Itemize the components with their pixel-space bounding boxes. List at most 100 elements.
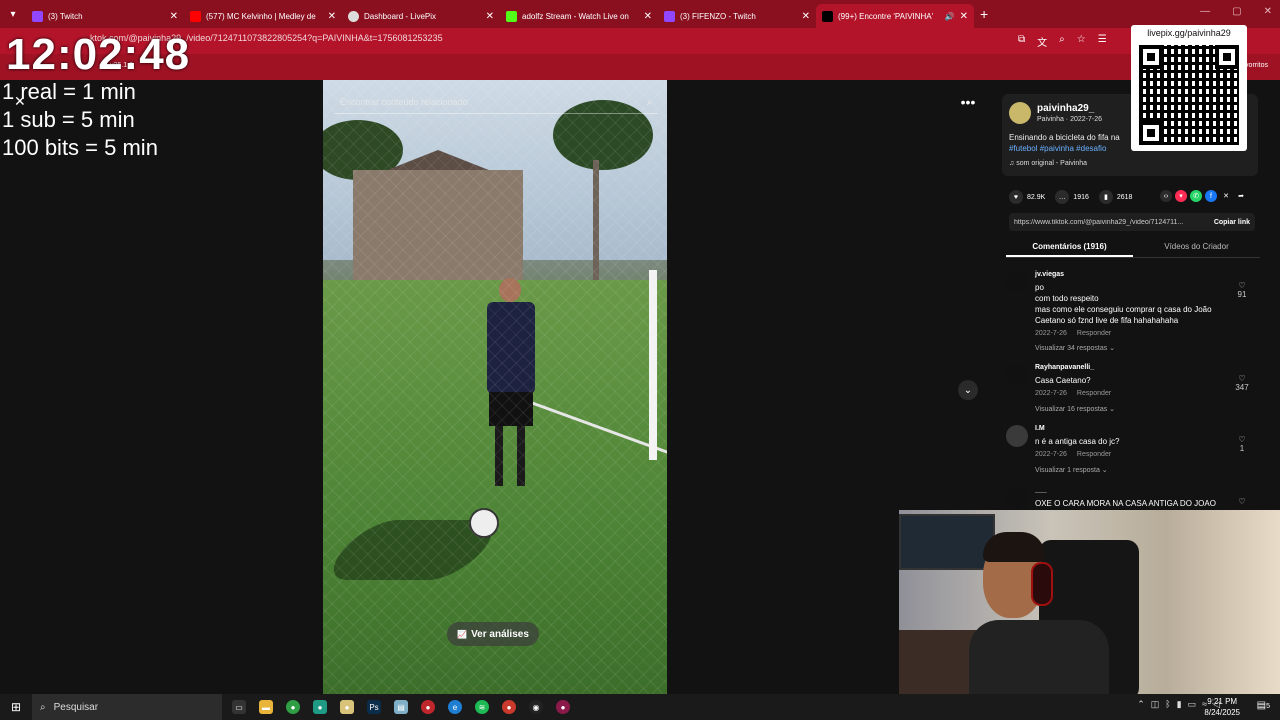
- x-icon[interactable]: ✕: [1220, 190, 1232, 202]
- view-replies-button[interactable]: Visualizar 1 resposta ⌄: [1035, 466, 1108, 474]
- taskbar-search[interactable]: ⌕ Pesquisar: [32, 694, 222, 720]
- tab-close-icon[interactable]: ✕: [802, 11, 810, 22]
- embed-icon[interactable]: ‹›: [1160, 190, 1172, 202]
- next-video-chevron-icon[interactable]: ⌄: [958, 380, 978, 400]
- heart-icon[interactable]: ♥: [1009, 190, 1023, 204]
- browser-tab[interactable]: (577) MC Kelvinho | Medley de ✕: [184, 4, 342, 28]
- video-player[interactable]: [323, 80, 667, 694]
- repost-icon[interactable]: ▾: [1175, 190, 1187, 202]
- new-tab-button[interactable]: +: [980, 6, 988, 22]
- translate-icon[interactable]: 文: [1037, 34, 1047, 49]
- browser-tab[interactable]: Dashboard - LivePix ✕: [342, 4, 500, 28]
- share-arrow-icon[interactable]: ➦: [1235, 190, 1247, 202]
- comment-icon[interactable]: …: [1055, 190, 1070, 204]
- tab-close-icon[interactable]: ✕: [328, 11, 336, 22]
- window-close-icon[interactable]: ✕: [1264, 6, 1272, 17]
- tab-search-menu-icon[interactable]: ▾: [0, 0, 26, 28]
- view-replies-button[interactable]: Visualizar 16 respostas ⌄: [1035, 405, 1115, 413]
- post-hashtags[interactable]: #futebol #paivinha #desafio: [1009, 144, 1106, 153]
- chrome-icon[interactable]: ●: [286, 700, 300, 714]
- app-icon[interactable]: ●: [340, 700, 354, 714]
- view-analytics-button[interactable]: 📈 Ver análises: [447, 622, 539, 646]
- whatsapp-icon[interactable]: ✆: [1190, 190, 1202, 202]
- windows-start-icon[interactable]: ⊞: [0, 694, 32, 720]
- comment-date: 2022-7-26: [1035, 451, 1067, 458]
- comment-date: 2022-7-26: [1035, 330, 1067, 337]
- bookmark-star-icon[interactable]: ☆: [1077, 34, 1086, 49]
- mic-icon[interactable]: ▮: [1177, 699, 1182, 710]
- comment-username[interactable]: ___: [1035, 487, 1047, 494]
- reply-button[interactable]: Responder: [1077, 451, 1111, 458]
- heart-outline-icon[interactable]: ♡: [1232, 281, 1252, 290]
- app-icon[interactable]: ▤: [394, 700, 408, 714]
- related-search-input[interactable]: Encontrar conteúdo relacionado ⌕: [334, 92, 658, 114]
- tab-comments[interactable]: Comentários (1916): [1006, 238, 1133, 257]
- task-view-icon[interactable]: ▭: [232, 700, 246, 714]
- comment-like[interactable]: ♡ 91: [1232, 281, 1252, 299]
- comment-like[interactable]: ♡ 1: [1232, 435, 1252, 453]
- comment-avatar[interactable]: [1006, 487, 1028, 509]
- more-options-icon[interactable]: •••: [958, 94, 978, 110]
- comment-username[interactable]: I.M: [1035, 425, 1045, 432]
- bookmark-icon[interactable]: ▮: [1098, 190, 1113, 204]
- heart-outline-icon[interactable]: ♡: [1232, 497, 1252, 506]
- taskbar-clock[interactable]: 9:21 PM 8/24/2025: [1204, 696, 1240, 718]
- creator-username[interactable]: paivinha29_: [1037, 103, 1094, 114]
- chrome-active-icon[interactable]: ●: [502, 700, 516, 714]
- cast-icon[interactable]: ⧉: [1018, 34, 1025, 49]
- heart-outline-icon[interactable]: ♡: [1232, 374, 1252, 383]
- comment-like[interactable]: ♡: [1232, 497, 1252, 506]
- tab-close-icon[interactable]: ✕: [644, 11, 652, 22]
- browser-tab[interactable]: (3) FIFENZO - Twitch ✕: [658, 4, 816, 28]
- search-icon[interactable]: ⌕: [647, 97, 652, 108]
- close-icon[interactable]: ✕: [14, 93, 26, 110]
- display-icon[interactable]: ▭: [1188, 699, 1197, 710]
- edge-icon[interactable]: e: [448, 700, 462, 714]
- webcam-desk: [899, 630, 979, 694]
- comment-item: I.M n é a antiga casa do jc? 2022-7-26 Re…: [1006, 425, 1260, 479]
- tab-close-icon[interactable]: ✕: [486, 11, 494, 22]
- stream-timer: 12:02:48: [6, 30, 191, 79]
- comment-stat[interactable]: … 1916: [1055, 190, 1089, 204]
- obs-icon[interactable]: ◉: [529, 700, 543, 714]
- copy-link-button[interactable]: Copiar link: [1214, 219, 1250, 226]
- app-icon[interactable]: ●: [421, 700, 435, 714]
- camera-icon[interactable]: ◫: [1151, 699, 1160, 710]
- like-stat[interactable]: ♥ 82.9K: [1009, 190, 1045, 204]
- minimize-icon[interactable]: —: [1200, 6, 1210, 17]
- comment-avatar[interactable]: [1006, 271, 1028, 293]
- comment-like[interactable]: ♡ 347: [1232, 374, 1252, 392]
- post-sound[interactable]: ♫ som original - Paivinha: [1009, 160, 1087, 167]
- comment-avatar[interactable]: [1006, 364, 1028, 386]
- zoom-icon[interactable]: ⌕: [1059, 34, 1065, 49]
- spotify-icon[interactable]: ≋: [475, 700, 489, 714]
- heart-outline-icon[interactable]: ♡: [1232, 435, 1252, 444]
- creator-avatar[interactable]: [1009, 102, 1031, 124]
- browser-tab-active[interactable]: (99+) Encontre 'PAIVINHA' 🔊 ✕: [816, 4, 974, 28]
- reply-button[interactable]: Responder: [1077, 390, 1111, 397]
- reading-list-icon[interactable]: ☰: [1098, 34, 1107, 49]
- photoshop-icon[interactable]: Ps: [367, 700, 381, 714]
- browser-tab[interactable]: adolfz Stream - Watch Live on ✕: [500, 4, 658, 28]
- chevron-up-icon[interactable]: ⌃: [1137, 699, 1145, 710]
- bluetooth-icon[interactable]: ᛒ: [1165, 699, 1170, 710]
- tab-close-icon[interactable]: ✕: [170, 11, 178, 22]
- comment-username[interactable]: Rayhanpavanelli_: [1035, 364, 1094, 371]
- bookmark-item[interactable]: vorritos: [1245, 62, 1268, 69]
- browser-tab[interactable]: (3) Twitch ✕: [26, 4, 184, 28]
- view-replies-button[interactable]: Visualizar 34 respostas ⌄: [1035, 344, 1115, 352]
- tab-close-icon[interactable]: ✕: [960, 11, 968, 22]
- tab-creator-videos[interactable]: Vídeos do Criador: [1133, 238, 1260, 257]
- comment-avatar[interactable]: [1006, 425, 1028, 447]
- file-explorer-icon[interactable]: ▬: [259, 700, 273, 714]
- app-icon[interactable]: ●: [556, 700, 570, 714]
- save-stat[interactable]: ▮ 2618: [1098, 190, 1132, 204]
- maximize-icon[interactable]: ▢: [1232, 6, 1241, 17]
- comment-text: Casa Caetano?: [1035, 376, 1091, 385]
- app-icon[interactable]: ●: [313, 700, 327, 714]
- facebook-icon[interactable]: f: [1205, 190, 1217, 202]
- speaker-icon[interactable]: 🔊: [945, 12, 955, 21]
- comment-username[interactable]: jv.viegas: [1035, 271, 1064, 278]
- reply-button[interactable]: Responder: [1077, 330, 1111, 337]
- notification-icon[interactable]: ▤5: [1257, 700, 1270, 711]
